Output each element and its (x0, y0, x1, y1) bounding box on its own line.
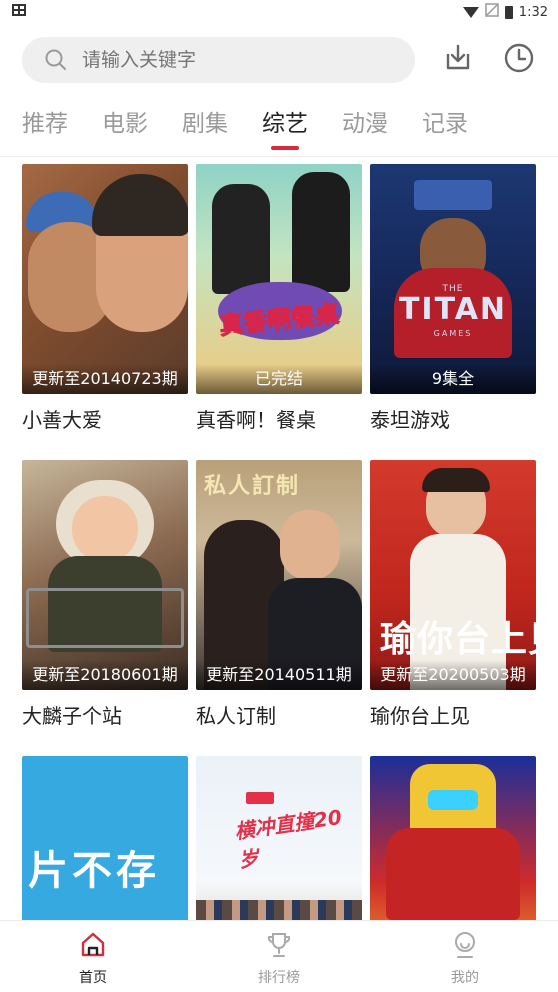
show-card[interactable]: 瑜你台上见 更新至20200503期 瑜你台上见 (370, 460, 536, 729)
show-poster[interactable]: 真香啊餐桌 已完结 (196, 164, 362, 394)
download-button[interactable] (439, 40, 478, 80)
poster-robot-visor (428, 790, 478, 810)
download-icon (442, 42, 474, 78)
trophy-icon (263, 929, 295, 961)
poster-group-photo (196, 900, 362, 920)
show-title: 大麟子个站 (22, 704, 122, 728)
poster-caption: 更新至20140511期 (196, 660, 362, 690)
status-bar: 1:32 (0, 0, 558, 24)
nav-label: 我的 (451, 970, 479, 986)
history-button[interactable] (499, 40, 538, 80)
category-tabs: 推荐 电影 剧集 综艺 动漫 记录 (22, 100, 468, 152)
poster-caption: 已完结 (196, 364, 362, 394)
poster-caption: 9集全 (370, 364, 536, 394)
nav-ranking[interactable]: 排行榜 (186, 921, 372, 992)
poster-figure (212, 184, 270, 294)
tab-label: 动漫 (342, 111, 388, 137)
show-card[interactable]: 更新至20140723期 小善大爱 (22, 164, 188, 433)
history-clock-icon (503, 42, 535, 78)
show-poster[interactable]: 瑜你台上见 更新至20200503期 (370, 460, 536, 690)
tab-label: 电影 (102, 111, 148, 137)
poster-logo-text: 私人訂制 (204, 474, 301, 499)
poster-caption: 更新至20180601期 (22, 660, 188, 690)
poster-brand-badge (246, 792, 274, 804)
poster-logo-text: 瑜你台上见 (380, 619, 536, 660)
show-poster[interactable]: THE TITAN GAMES 9集全 (370, 164, 536, 394)
poster-logo-text: 横冲直撞20岁 (233, 804, 344, 873)
tab-variety[interactable]: 综艺 (262, 100, 308, 150)
bug-icon (10, 2, 28, 22)
tab-label: 剧集 (182, 111, 228, 137)
tab-recommend[interactable]: 推荐 (22, 100, 68, 148)
show-title: 私人订制 (196, 704, 276, 728)
poster-logo-text: TITAN (398, 292, 508, 327)
poster-figure (292, 172, 350, 292)
show-poster[interactable]: 更新至20140723期 (22, 164, 188, 394)
tab-series[interactable]: 剧集 (182, 100, 228, 148)
search-icon (42, 46, 70, 74)
tab-anime[interactable]: 动漫 (342, 100, 388, 148)
poster-caption: 更新至20200503期 (370, 660, 536, 690)
show-card[interactable]: 更新至20180601期 大麟子个站 (22, 460, 188, 729)
poster-caption: 更新至20140723期 (22, 364, 188, 394)
poster-logo-text: 片不存 (28, 848, 160, 894)
tab-label: 推荐 (22, 111, 68, 137)
wifi-icon (462, 6, 479, 18)
show-poster[interactable]: 私人訂制 更新至20140511期 (196, 460, 362, 690)
active-tab-indicator (271, 146, 299, 150)
poster-cart (26, 588, 184, 648)
show-title: 泰坦游戏 (370, 408, 450, 432)
search-box[interactable] (22, 37, 415, 83)
nav-home[interactable]: 首页 (0, 921, 186, 992)
show-poster[interactable]: 更新至20180601期 (22, 460, 188, 690)
poster-figure-hair (92, 174, 188, 236)
poster-figure-hair (422, 468, 490, 492)
status-time: 1:32 (518, 4, 548, 20)
nav-profile[interactable]: 我的 (372, 921, 558, 992)
poster-logo-subtext: GAMES (433, 329, 473, 338)
show-title: 小善大爱 (22, 408, 102, 432)
home-icon (77, 929, 109, 961)
poster-figure-face (280, 510, 340, 580)
tab-label: 记录 (422, 111, 468, 137)
show-title: 瑜你台上见 (370, 704, 470, 728)
tab-documentary[interactable]: 记录 (422, 100, 468, 148)
poster-figure-face (72, 496, 138, 562)
no-signal-icon (485, 3, 499, 21)
show-title: 真香啊！餐桌 (196, 408, 316, 432)
search-input[interactable] (82, 49, 382, 71)
show-card[interactable]: 真香啊餐桌 已完结 真香啊！餐桌 (196, 164, 362, 433)
poster-arena (414, 180, 492, 210)
top-header (22, 37, 538, 83)
show-card[interactable]: 私人訂制 更新至20140511期 私人订制 (196, 460, 362, 729)
poster-robot-body (386, 828, 520, 920)
show-card[interactable]: THE TITAN GAMES 9集全 泰坦游戏 (370, 164, 536, 433)
tab-label: 综艺 (262, 111, 308, 137)
tabs-divider (0, 156, 558, 157)
tab-movies[interactable]: 电影 (102, 100, 148, 148)
status-indicators: 1:32 (462, 3, 548, 21)
profile-icon (449, 929, 481, 961)
bottom-nav: 首页 排行榜 我的 (0, 920, 558, 992)
nav-label: 排行榜 (258, 970, 300, 986)
battery-icon (504, 5, 513, 19)
nav-label: 首页 (79, 970, 107, 986)
